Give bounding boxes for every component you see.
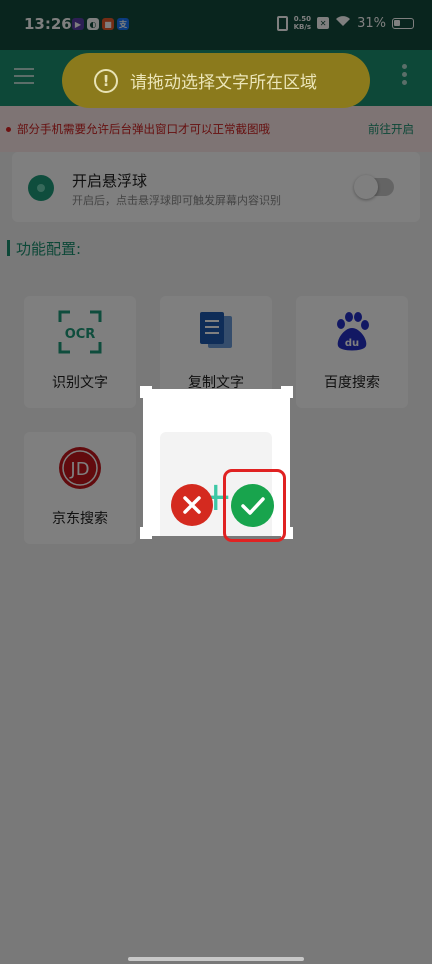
svg-text:du: du (345, 338, 359, 349)
copy-document-icon (194, 310, 238, 358)
exclamation-circle-icon: ! (94, 68, 118, 93)
drag-hint-pill: ! 请拖动选择文字所在区域 (62, 53, 370, 108)
function-label: 京东搜索 (52, 511, 108, 527)
status-time: 13:26 (24, 15, 72, 33)
home-indicator[interactable] (128, 957, 304, 961)
drag-hint-text: 请拖动选择文字所在区域 (130, 73, 317, 93)
sim-off-icon: ✕ (317, 17, 330, 29)
notification-icons: ▶ ◐ ■ 支 (72, 18, 129, 30)
status-right: 0.50 KB/s ✕ 31% (276, 15, 414, 31)
red-app-icon: ■ (102, 18, 114, 30)
function-tile-baidu[interactable]: du 百度搜索 (296, 296, 408, 408)
cancel-selection-button[interactable] (171, 484, 213, 526)
float-ball-card: 开启悬浮球 开启后，点击悬浮球即可触发屏幕内容识别 (12, 152, 420, 222)
float-ball-icon (28, 175, 54, 201)
notice-text: 部分手机需要允许后台弹出窗口才可以正常截图哦 (17, 122, 270, 136)
svg-text:JD: JD (69, 459, 89, 480)
close-icon (183, 496, 201, 514)
section-label: 功能配置: (16, 239, 82, 258)
wifi-icon (335, 15, 351, 31)
menu-icon[interactable] (14, 68, 34, 84)
confirm-selection-button[interactable] (231, 484, 274, 527)
status-bar: 13:26 ▶ ◐ ■ 支 0.50 KB/s ✕ 31% (0, 0, 432, 50)
resize-handle-top-right[interactable] (281, 386, 293, 398)
enable-permission-link[interactable]: 前往开启 (368, 121, 414, 137)
function-tile-jd[interactable]: JD 京东搜索 (24, 432, 136, 544)
baidu-paw-icon: du (330, 310, 374, 358)
function-tile-ocr[interactable]: OCR 识别文字 (24, 296, 136, 408)
float-ball-title: 开启悬浮球 (72, 172, 148, 190)
vibrate-icon (276, 15, 288, 31)
battery-icon (392, 17, 414, 29)
play-app-icon: ▶ (72, 18, 84, 30)
notice-dot-icon (6, 127, 11, 132)
float-ball-subtitle: 开启后，点击悬浮球即可触发屏幕内容识别 (72, 194, 281, 207)
battery-percent: 31% (357, 15, 386, 31)
function-label: 识别文字 (52, 375, 108, 391)
alipay-icon: 支 (117, 18, 129, 30)
permission-notice: 部分手机需要允许后台弹出窗口才可以正常截图哦 前往开启 (0, 106, 432, 152)
net-speed: 0.50 KB/s (293, 15, 312, 31)
swirl-app-icon: ◐ (87, 18, 99, 30)
more-options-icon[interactable] (402, 64, 408, 88)
resize-handle-bottom-left[interactable] (140, 527, 152, 539)
resize-handle-top-left[interactable] (140, 386, 152, 398)
function-label: 百度搜索 (324, 375, 380, 391)
float-ball-toggle[interactable] (354, 175, 394, 199)
jd-icon: JD (58, 446, 102, 494)
check-icon (240, 496, 265, 515)
section-title: 功能配置: (7, 238, 81, 258)
svg-text:OCR: OCR (65, 327, 96, 342)
section-accent-bar (7, 240, 10, 256)
ocr-icon: OCR (58, 310, 102, 358)
